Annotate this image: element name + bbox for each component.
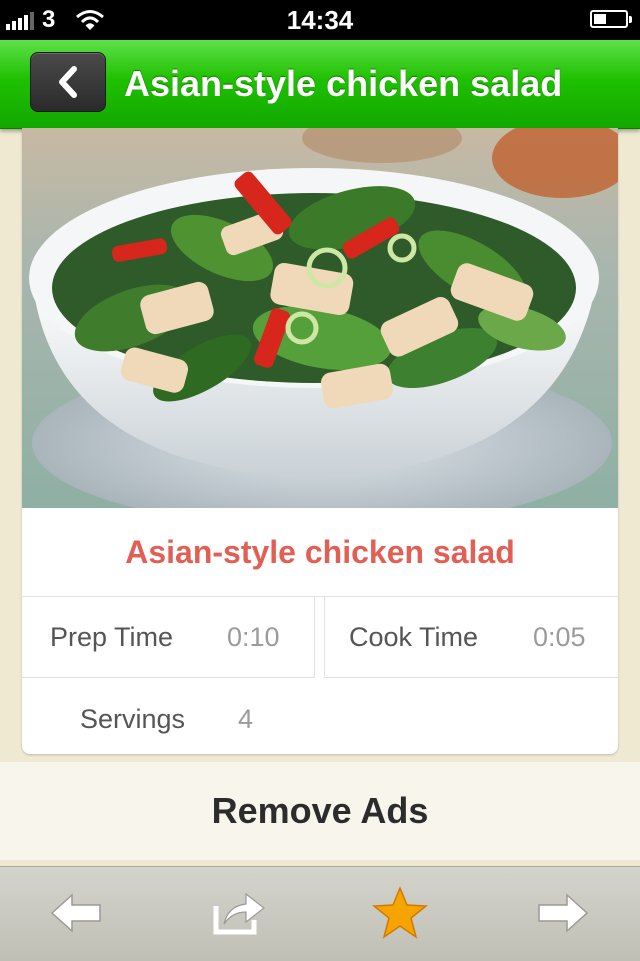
chevron-left-icon xyxy=(59,66,77,98)
battery-icon xyxy=(590,10,632,28)
servings-value: 4 xyxy=(238,703,254,734)
prep-time-value: 0:10 xyxy=(227,621,280,652)
share-button[interactable] xyxy=(206,881,270,945)
cook-time-label: Cook Time xyxy=(349,621,479,652)
bottom-toolbar xyxy=(0,866,640,961)
status-bar: 3 14:34 xyxy=(0,0,640,40)
recipe-title: Asian-style chicken salad xyxy=(22,508,618,597)
servings-label: Servings xyxy=(80,703,186,734)
prep-time-label: Prep Time xyxy=(50,621,174,652)
back-button[interactable] xyxy=(30,52,106,112)
arrow-left-icon xyxy=(50,893,101,933)
next-button[interactable] xyxy=(530,881,594,945)
cook-time-cell: Cook Time 0:05 xyxy=(324,597,618,678)
remove-ads-button[interactable]: Remove Ads xyxy=(0,762,640,860)
previous-button[interactable] xyxy=(45,881,109,945)
prep-time-cell: Prep Time 0:10 xyxy=(22,597,315,678)
favorite-button[interactable] xyxy=(368,881,432,945)
recipe-photo xyxy=(22,128,618,508)
salad-bowl-image xyxy=(29,128,618,508)
nav-bar: Asian-style chicken salad xyxy=(0,40,640,129)
star-icon xyxy=(372,886,428,939)
cook-time-value: 0:05 xyxy=(533,621,586,652)
share-icon xyxy=(213,892,265,935)
status-time: 14:34 xyxy=(286,5,354,35)
arrow-right-icon xyxy=(538,893,589,933)
servings-cell: Servings 4 xyxy=(22,679,618,754)
nav-title: Asian-style chicken salad xyxy=(124,63,563,104)
recipe-card: Asian-style chicken salad Prep Time 0:10… xyxy=(22,128,618,754)
